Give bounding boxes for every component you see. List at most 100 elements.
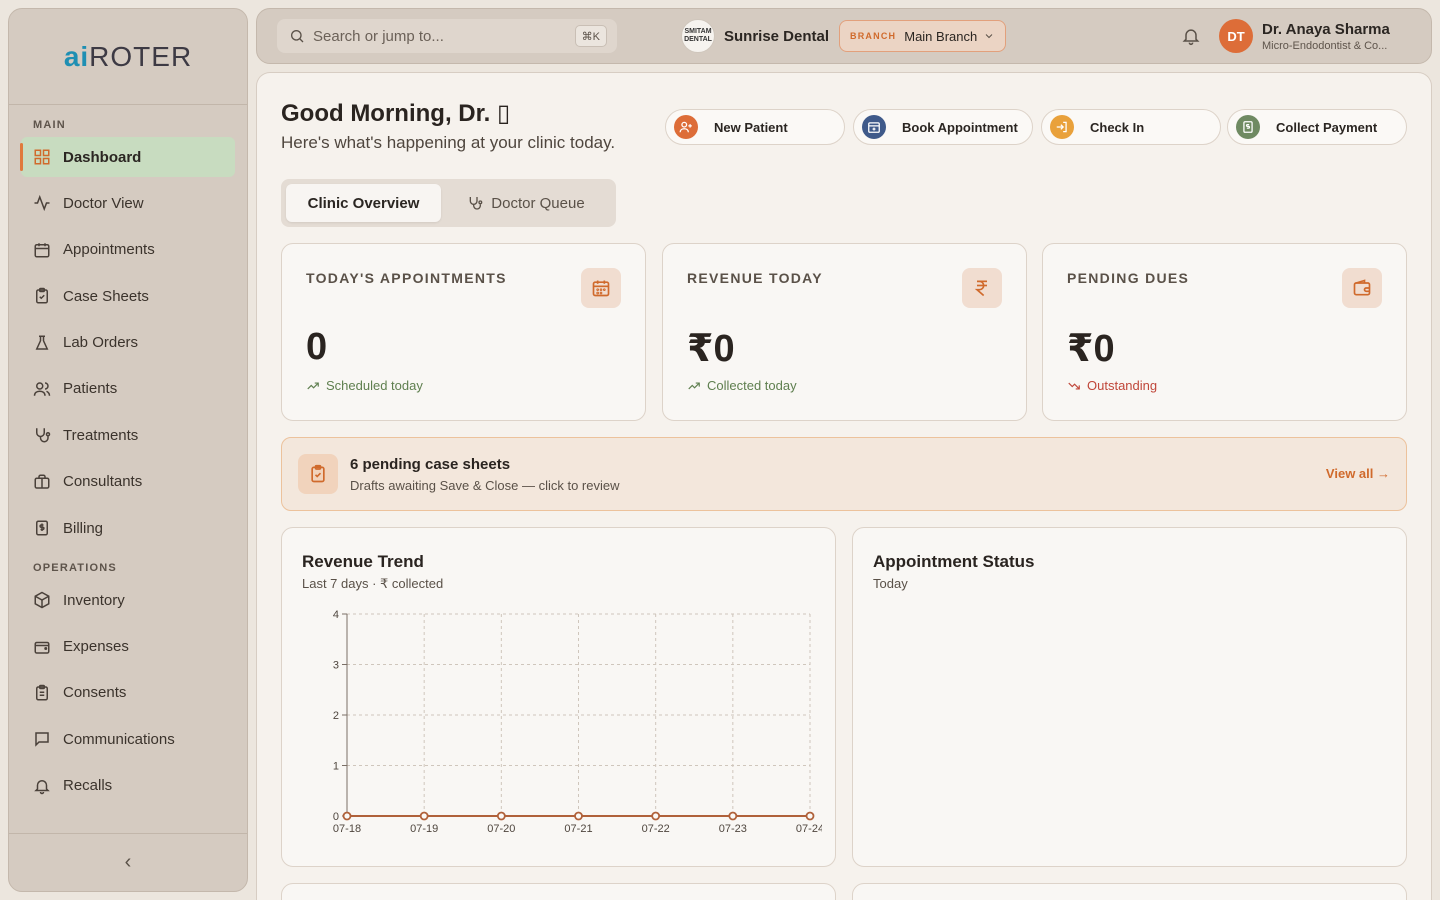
app-logo[interactable]: aiROTER bbox=[9, 9, 247, 105]
user-role: Micro-Endodontist & Co... bbox=[1262, 39, 1388, 52]
sidebar-item-lab-orders[interactable]: Lab Orders bbox=[21, 323, 235, 363]
sidebar-item-consultants[interactable]: Consultants bbox=[21, 462, 235, 502]
sidebar-item-label: Communications bbox=[63, 730, 175, 748]
stat-footer-label: Scheduled today bbox=[326, 378, 423, 393]
main-content: Good Morning, Dr. ▯ Here's what's happen… bbox=[256, 72, 1432, 900]
clipboard-check-icon bbox=[298, 454, 338, 494]
sidebar-item-consents[interactable]: Consents bbox=[21, 673, 235, 713]
sidebar-item-recalls[interactable]: Recalls bbox=[21, 766, 235, 806]
page-subtitle: Here's what's happening at your clinic t… bbox=[281, 133, 616, 152]
x-tick-label: 07-19 bbox=[410, 823, 438, 835]
sidebar-item-label: Consents bbox=[63, 684, 127, 702]
data-point bbox=[651, 811, 661, 821]
sidebar-item-label: Doctor View bbox=[63, 194, 144, 212]
x-tick-label: 07-21 bbox=[564, 823, 592, 835]
sidebar-item-doctor-view[interactable]: Doctor View bbox=[21, 183, 235, 223]
sidebar-item-appointments[interactable]: Appointments bbox=[21, 230, 235, 270]
users-icon bbox=[33, 382, 51, 396]
clipboard-list-icon bbox=[36, 684, 48, 701]
sidebar-item-inventory[interactable]: Inventory bbox=[21, 580, 235, 620]
stat-card-pending-dues[interactable]: PENDING DUES ₹0 Outstanding bbox=[1042, 243, 1407, 421]
appointment-status-panel: Appointment Status Today bbox=[852, 527, 1407, 867]
sidebar-item-label: Treatments bbox=[63, 426, 139, 444]
sidebar-collapse-button[interactable]: ‹ bbox=[9, 833, 247, 891]
profile-text: Dr. Anaya Sharma Micro-Endodontist & Co.… bbox=[1262, 21, 1402, 52]
sidebar-item-dashboard[interactable]: Dashboard bbox=[20, 137, 235, 177]
stat-footer: Collected today bbox=[687, 378, 797, 393]
rupee-icon bbox=[962, 268, 1002, 308]
data-point bbox=[728, 811, 738, 821]
trending-up-icon bbox=[307, 382, 319, 389]
revenue-trend-panel: Revenue Trend Last 7 days · ₹ collected … bbox=[281, 527, 836, 867]
sidebar-item-label: Appointments bbox=[63, 241, 155, 259]
user-profile[interactable]: DT Dr. Anaya Sharma Micro-Endodontist & … bbox=[1219, 19, 1402, 53]
panel-subtitle: Last 7 days · ₹ collected bbox=[302, 576, 444, 591]
sidebar-item-expenses[interactable]: Expenses bbox=[21, 627, 235, 667]
notifications-button[interactable] bbox=[1181, 26, 1201, 46]
dashboard-icon bbox=[34, 149, 50, 165]
shortcut-badge: ⌘K bbox=[574, 25, 607, 47]
sidebar-item-treatments[interactable]: Treatments bbox=[21, 415, 235, 455]
pending-case-sheets-banner[interactable]: 6 pending case sheets Drafts awaiting Sa… bbox=[281, 437, 1407, 511]
branch-tag: BRANCH bbox=[850, 31, 897, 41]
check-in-button[interactable]: Check In bbox=[1041, 109, 1221, 145]
panel-title: Revenue Trend bbox=[302, 552, 424, 571]
chevron-down-icon bbox=[985, 34, 993, 39]
tab-label: Clinic Overview bbox=[307, 194, 420, 212]
branch-selector[interactable]: BRANCH Main Branch bbox=[839, 20, 1007, 52]
data-point bbox=[496, 811, 506, 821]
x-tick-label: 07-20 bbox=[487, 823, 515, 835]
page-title: Good Morning, Dr. ▯ bbox=[281, 100, 511, 127]
bell-icon bbox=[34, 779, 50, 794]
sidebar-item-label: Consultants bbox=[63, 473, 143, 491]
nav-main: MAIN Dashboard Doctor View Appointments … bbox=[9, 105, 247, 806]
stat-value: ₹0 bbox=[1067, 328, 1115, 370]
wallet-icon bbox=[34, 641, 50, 654]
y-tick-label: 4 bbox=[333, 609, 339, 621]
sidebar-item-label: Inventory bbox=[63, 591, 125, 609]
flask-icon bbox=[35, 335, 49, 350]
branch-name: Main Branch bbox=[904, 28, 978, 44]
stat-footer: Scheduled today bbox=[306, 378, 423, 393]
nav-heading-operations: OPERATIONS bbox=[33, 562, 117, 575]
user-name: Dr. Anaya Sharma bbox=[1262, 20, 1390, 38]
stethoscope-icon bbox=[469, 197, 483, 210]
banner-subtitle: Drafts awaiting Save & Close — click to … bbox=[350, 478, 620, 493]
wallet-icon bbox=[1342, 268, 1382, 308]
sidebar-item-patients[interactable]: Patients bbox=[21, 369, 235, 409]
search-box[interactable]: ⌘K bbox=[277, 19, 617, 53]
next-panel-right bbox=[852, 883, 1407, 900]
tab-doctor-queue[interactable]: Doctor Queue bbox=[441, 184, 611, 222]
stat-footer: Outstanding bbox=[1067, 378, 1157, 393]
avatar: DT bbox=[1219, 19, 1253, 53]
tab-clinic-overview[interactable]: Clinic Overview bbox=[286, 184, 441, 222]
y-tick-label: 3 bbox=[333, 660, 339, 672]
sidebar-item-label: Case Sheets bbox=[63, 287, 149, 305]
new-patient-button[interactable]: New Patient bbox=[665, 109, 845, 145]
stat-card-appointments[interactable]: TODAY'S APPOINTMENTS 0 Scheduled today bbox=[281, 243, 646, 421]
sidebar-item-billing[interactable]: Billing bbox=[21, 508, 235, 548]
revenue-trend-chart: 0 1 2 3 4 07-18 07-19 07-20 07-21 07-22 07-23 07-24 bbox=[333, 609, 822, 835]
data-point bbox=[419, 811, 429, 821]
quick-action-label: Check In bbox=[1090, 119, 1145, 135]
receipt-icon bbox=[1236, 115, 1260, 139]
view-all-link[interactable]: View all → bbox=[1326, 466, 1390, 481]
panel-subtitle: Today bbox=[873, 576, 908, 591]
stat-card-revenue[interactable]: REVENUE TODAY ₹0 Collected today bbox=[662, 243, 1027, 421]
quick-action-label: Collect Payment bbox=[1276, 119, 1378, 135]
x-tick-label: 07-22 bbox=[642, 823, 670, 835]
trending-up-icon bbox=[688, 382, 700, 389]
book-appointment-button[interactable]: Book Appointment bbox=[853, 109, 1033, 145]
banner-title: 6 pending case sheets bbox=[350, 456, 511, 473]
data-point bbox=[805, 811, 815, 821]
sidebar-item-case-sheets[interactable]: Case Sheets bbox=[21, 276, 235, 316]
search-input[interactable] bbox=[313, 27, 553, 45]
quick-action-label: New Patient bbox=[714, 119, 788, 135]
tab-label: Doctor Queue bbox=[491, 194, 585, 212]
collect-payment-button[interactable]: Collect Payment bbox=[1227, 109, 1407, 145]
activity-icon bbox=[34, 195, 50, 212]
sidebar-item-label: Dashboard bbox=[63, 148, 142, 166]
user-plus-icon bbox=[674, 115, 698, 139]
sidebar-item-communications[interactable]: Communications bbox=[21, 719, 235, 759]
stethoscope-icon bbox=[36, 428, 51, 443]
